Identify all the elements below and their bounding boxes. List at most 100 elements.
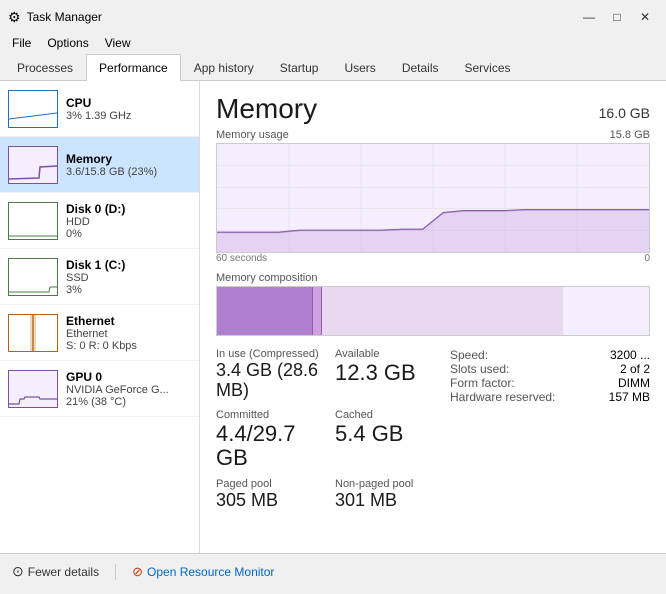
usage-chart <box>216 143 650 253</box>
disk0-sub1: HDD <box>66 216 191 228</box>
stats-area: In use (Compressed) 3.4 GB (28.6 MB) Ava… <box>216 348 650 511</box>
main-content: CPU 3% 1.39 GHz Memory 3.6/15.8 GB (23%) <box>0 81 666 553</box>
slots-value: 2 of 2 <box>620 362 650 376</box>
slots-row: Slots used: 2 of 2 <box>450 362 650 376</box>
sidebar-item-cpu[interactable]: CPU 3% 1.39 GHz <box>0 81 199 137</box>
memory-info: Memory 3.6/15.8 GB (23%) <box>66 152 191 178</box>
stat-cached: Cached 5.4 GB <box>335 409 438 470</box>
speed-row: Speed: 3200 ... <box>450 348 650 362</box>
ethernet-title: Ethernet <box>66 314 191 328</box>
cpu-sub: 3% 1.39 GHz <box>66 110 191 122</box>
tab-performance[interactable]: Performance <box>86 54 181 81</box>
open-resource-monitor-label: Open Resource Monitor <box>147 565 274 579</box>
composition-label: Memory composition <box>216 272 650 284</box>
comp-used <box>217 287 312 335</box>
panel-total: 16.0 GB <box>599 105 650 121</box>
memory-sub: 3.6/15.8 GB (23%) <box>66 166 191 178</box>
memory-panel: Memory 16.0 GB Memory usage 15.8 GB <box>200 81 666 553</box>
committed-label: Committed <box>216 409 319 421</box>
ethernet-thumbnail <box>8 314 58 352</box>
disk1-thumbnail <box>8 258 58 296</box>
cached-value: 5.4 GB <box>335 422 438 446</box>
nonpaged-value: 301 MB <box>335 491 438 511</box>
cached-label: Cached <box>335 409 438 421</box>
tab-app-history[interactable]: App history <box>181 54 267 81</box>
menu-file[interactable]: File <box>6 34 37 52</box>
fewer-details-icon: ⊙ <box>12 563 24 580</box>
committed-value: 4.4/29.7 GB <box>216 422 319 470</box>
title-bar-controls: — □ ✕ <box>576 7 658 27</box>
comp-free <box>563 287 649 335</box>
comp-modified <box>313 287 322 335</box>
stat-committed: Committed 4.4/29.7 GB <box>216 409 319 470</box>
sidebar-item-ethernet[interactable]: Ethernet Ethernet S: 0 R: 0 Kbps <box>0 305 199 361</box>
disk0-sub2: 0% <box>66 228 191 240</box>
form-label: Form factor: <box>450 376 515 390</box>
disk1-sub1: SSD <box>66 272 191 284</box>
in-use-label: In use (Compressed) <box>216 348 319 360</box>
stats-right: Speed: 3200 ... Slots used: 2 of 2 Form … <box>450 348 650 511</box>
disk1-title: Disk 1 (C:) <box>66 258 191 272</box>
gpu0-title: GPU 0 <box>66 370 191 384</box>
gpu0-sub1: NVIDIA GeForce G... <box>66 384 191 396</box>
sidebar-item-memory[interactable]: Memory 3.6/15.8 GB (23%) <box>0 137 199 193</box>
sidebar-item-disk1[interactable]: Disk 1 (C:) SSD 3% <box>0 249 199 305</box>
hw-reserved-row: Hardware reserved: 157 MB <box>450 390 650 404</box>
paged-value: 305 MB <box>216 491 319 511</box>
nonpaged-label: Non-paged pool <box>335 478 438 490</box>
cpu-info: CPU 3% 1.39 GHz <box>66 96 191 122</box>
comp-standby <box>322 287 563 335</box>
disk0-info: Disk 0 (D:) HDD 0% <box>66 202 191 240</box>
composition-chart-section: Memory composition <box>216 272 650 336</box>
speed-label: Speed: <box>450 348 488 362</box>
menu-bar: File Options View <box>0 32 666 54</box>
ethernet-sub2: S: 0 R: 0 Kbps <box>66 340 191 352</box>
memory-thumbnail <box>8 146 58 184</box>
disk0-thumbnail <box>8 202 58 240</box>
form-value: DIMM <box>618 376 650 390</box>
bottom-bar: ⊙ Fewer details ⊘ Open Resource Monitor <box>0 553 666 589</box>
maximize-button[interactable]: □ <box>604 7 630 27</box>
stat-paged: Paged pool 305 MB <box>216 478 319 511</box>
bottom-divider <box>115 564 116 580</box>
gpu0-sub2: 21% (38 °C) <box>66 396 191 408</box>
stat-in-use: In use (Compressed) 3.4 GB (28.6 MB) <box>216 348 319 401</box>
gpu0-thumbnail <box>8 370 58 408</box>
sidebar-item-gpu0[interactable]: GPU 0 NVIDIA GeForce G... 21% (38 °C) <box>0 361 199 417</box>
available-value: 12.3 GB <box>335 361 438 385</box>
hw-reserved-label: Hardware reserved: <box>450 390 555 404</box>
tab-details[interactable]: Details <box>389 54 452 81</box>
fewer-details-link[interactable]: ⊙ Fewer details <box>12 563 99 580</box>
menu-options[interactable]: Options <box>41 34 94 52</box>
in-use-value: 3.4 GB (28.6 MB) <box>216 361 319 401</box>
memory-title: Memory <box>66 152 191 166</box>
title-bar: ⚙ Task Manager — □ ✕ <box>0 0 666 32</box>
tab-services[interactable]: Services <box>452 54 524 81</box>
close-button[interactable]: ✕ <box>632 7 658 27</box>
tab-bar: Processes Performance App history Startu… <box>0 54 666 81</box>
title-bar-left: ⚙ Task Manager <box>8 9 102 26</box>
open-resource-monitor-link[interactable]: ⊘ Open Resource Monitor <box>132 564 274 580</box>
panel-title: Memory <box>216 93 317 125</box>
form-row: Form factor: DIMM <box>450 376 650 390</box>
disk1-sub2: 3% <box>66 284 191 296</box>
sidebar: CPU 3% 1.39 GHz Memory 3.6/15.8 GB (23%) <box>0 81 200 553</box>
tab-processes[interactable]: Processes <box>4 54 86 81</box>
panel-header: Memory 16.0 GB <box>216 93 650 125</box>
paged-label: Paged pool <box>216 478 319 490</box>
tab-startup[interactable]: Startup <box>267 54 332 81</box>
menu-view[interactable]: View <box>99 34 137 52</box>
cpu-thumbnail <box>8 90 58 128</box>
available-label: Available <box>335 348 438 360</box>
disk0-title: Disk 0 (D:) <box>66 202 191 216</box>
stat-available: Available 12.3 GB <box>335 348 438 401</box>
app-icon: ⚙ <box>8 9 21 26</box>
minimize-button[interactable]: — <box>576 7 602 27</box>
usage-chart-label: Memory usage 15.8 GB <box>216 129 650 141</box>
disk1-info: Disk 1 (C:) SSD 3% <box>66 258 191 296</box>
sidebar-item-disk0[interactable]: Disk 0 (D:) HDD 0% <box>0 193 199 249</box>
stat-nonpaged: Non-paged pool 301 MB <box>335 478 438 511</box>
ethernet-info: Ethernet Ethernet S: 0 R: 0 Kbps <box>66 314 191 352</box>
fewer-details-label: Fewer details <box>28 565 99 579</box>
tab-users[interactable]: Users <box>331 54 388 81</box>
